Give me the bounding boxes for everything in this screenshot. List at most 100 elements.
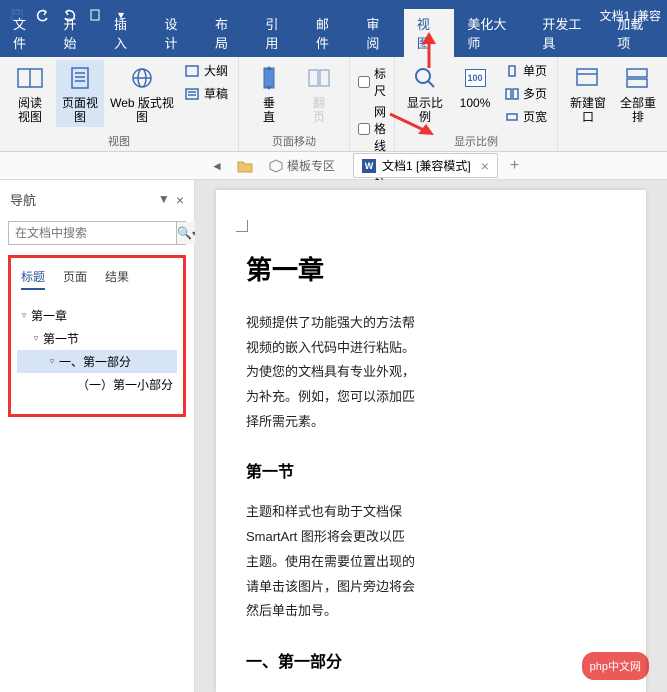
navigation-pane: 导航 ▼ × 🔍▾ 标题 页面 结果 ▿第一章 ▿第一节 ▿一、第一部分 （一）… <box>0 180 195 692</box>
tree-item-label: 第一节 <box>43 330 79 347</box>
page-corner-mark <box>236 220 248 232</box>
page-width-label: 页宽 <box>523 108 547 125</box>
ribbon-tabs: 文件 开始 插入 设计 布局 引用 邮件 审阅 视图 美化大师 开发工具 加载项 <box>0 30 667 57</box>
new-window-button[interactable]: 新建窗口 <box>564 60 612 127</box>
hundred-button[interactable]: 100 100% <box>451 60 499 112</box>
document-tab[interactable]: W 文档1 [兼容模式] × <box>353 153 498 178</box>
watermark: php中文网 <box>582 652 649 680</box>
tab-layout[interactable]: 布局 <box>202 9 252 57</box>
new-window-label: 新建窗口 <box>566 96 610 125</box>
outline-button[interactable]: 大纲 <box>180 60 232 81</box>
tree-item-label: 一、第一部分 <box>59 353 131 370</box>
vertical-icon <box>253 62 285 94</box>
tree-item-label: （一）第一小部分 <box>77 376 173 393</box>
tree-item-section1[interactable]: ▿第一节 <box>17 327 177 350</box>
doc-heading-2: 第一节 <box>246 458 646 482</box>
nav-search-input[interactable] <box>9 222 176 244</box>
read-view-icon <box>14 62 46 94</box>
multi-page-button[interactable]: 多页 <box>501 83 551 104</box>
zoom-icon <box>409 62 441 94</box>
tab-addins[interactable]: 加载项 <box>604 9 667 57</box>
annotation-highlight-box: 标题 页面 结果 ▿第一章 ▿第一节 ▿一、第一部分 （一）第一小部分 <box>8 255 186 417</box>
vertical-label: 垂 直 <box>263 96 275 125</box>
draft-label: 草稿 <box>204 85 228 102</box>
gridlines-checkbox[interactable]: 网格线 <box>356 102 388 155</box>
draft-button[interactable]: 草稿 <box>180 83 232 104</box>
group-views-label: 视图 <box>108 131 130 151</box>
tree-item-part1[interactable]: ▿一、第一部分 <box>17 350 177 373</box>
doc-heading-1: 第一章 <box>246 250 646 287</box>
page-view-label: 页面视图 <box>58 96 102 125</box>
zoom-label: 显示比例 <box>403 96 447 125</box>
arrange-all-icon <box>622 62 654 94</box>
hundred-label: 100% <box>460 96 491 110</box>
collapse-icon[interactable]: ▿ <box>19 310 29 321</box>
one-page-button[interactable]: 单页 <box>501 60 551 81</box>
tab-insert[interactable]: 插入 <box>101 9 151 57</box>
gridlines-label: 网格线 <box>374 103 386 154</box>
nav-header: 导航 ▼ × <box>8 186 186 213</box>
tree-item-label: 第一章 <box>31 307 67 324</box>
new-tab-button[interactable]: + <box>502 157 527 175</box>
back-button[interactable]: ◄ <box>205 155 229 177</box>
nav-close-button[interactable]: × <box>176 192 184 208</box>
page-view-button[interactable]: 页面视图 <box>56 60 104 127</box>
close-tab-button[interactable]: × <box>481 158 489 174</box>
tree-item-chapter1[interactable]: ▿第一章 <box>17 304 177 327</box>
hundred-icon: 100 <box>459 62 491 94</box>
group-window: 新建窗口 全部重排 <box>558 57 667 151</box>
nav-tab-headings[interactable]: 标题 <box>21 268 45 290</box>
read-view-button[interactable]: 阅读 视图 <box>6 60 54 127</box>
web-layout-label: Web 版式视图 <box>108 96 176 125</box>
arrange-all-button[interactable]: 全部重排 <box>614 60 662 127</box>
tab-review[interactable]: 审阅 <box>353 9 403 57</box>
web-layout-icon <box>126 62 158 94</box>
nav-tab-pages[interactable]: 页面 <box>63 268 87 290</box>
one-page-label: 单页 <box>523 62 547 79</box>
tab-mail[interactable]: 邮件 <box>303 9 353 57</box>
nav-tab-results[interactable]: 结果 <box>105 268 129 290</box>
tab-design[interactable]: 设计 <box>151 9 201 57</box>
zoom-button[interactable]: 显示比例 <box>401 60 449 127</box>
page-view-icon <box>64 62 96 94</box>
tab-file[interactable]: 文件 <box>0 9 50 57</box>
template-area-label: 模板专区 <box>287 157 335 174</box>
tab-devtools[interactable]: 开发工具 <box>529 9 604 57</box>
doc-paragraph: 主题和样式也有助于文档保 SmartArt 图形将会更改以匹 主题。使用在需要位… <box>246 500 646 623</box>
outline-label: 大纲 <box>204 62 228 79</box>
document-tab-label: 文档1 [兼容模式] <box>382 157 471 174</box>
vertical-button[interactable]: 垂 直 <box>245 60 293 127</box>
nav-title: 导航 <box>10 190 36 209</box>
tab-home[interactable]: 开始 <box>50 9 100 57</box>
multi-page-label: 多页 <box>523 85 547 102</box>
collapse-icon[interactable]: ▿ <box>31 333 41 344</box>
flip-icon <box>303 62 335 94</box>
nav-dropdown-button[interactable]: ▼ <box>158 192 170 208</box>
tab-view[interactable]: 视图 <box>404 9 454 57</box>
tab-references[interactable]: 引用 <box>252 9 302 57</box>
web-layout-button[interactable]: Web 版式视图 <box>106 60 178 127</box>
flip-button[interactable]: 翻 页 <box>295 60 343 127</box>
doc-paragraph: 视频提供了功能强大的方法帮 视频的嵌入代码中进行粘贴。 为使您的文档具有专业外观… <box>246 311 646 434</box>
document-bar: ◄ 模板专区 W 文档1 [兼容模式] × + <box>0 152 667 180</box>
folder-button[interactable] <box>233 155 257 177</box>
tree-item-subpart1[interactable]: （一）第一小部分 <box>17 373 177 396</box>
ruler-label: 标尺 <box>374 65 386 99</box>
group-zoom: 显示比例 100 100% 单页 多页 页宽 显示比例 <box>395 57 558 151</box>
nav-search[interactable]: 🔍▾ <box>8 221 186 245</box>
nav-tree: ▿第一章 ▿第一节 ▿一、第一部分 （一）第一小部分 <box>15 300 179 400</box>
collapse-icon[interactable]: ▿ <box>47 356 57 367</box>
ribbon: 阅读 视图 页面视图 Web 版式视图 大纲 草稿 视图 垂 直 <box>0 57 667 152</box>
ruler-checkbox[interactable]: 标尺 <box>356 64 388 100</box>
document-canvas[interactable]: 第一章 视频提供了功能强大的方法帮 视频的嵌入代码中进行粘贴。 为使您的文档具有… <box>195 180 667 692</box>
group-zoom-label: 显示比例 <box>454 131 498 151</box>
tab-beautify[interactable]: 美化大师 <box>454 9 529 57</box>
nav-search-button[interactable]: 🔍▾ <box>176 222 196 244</box>
template-area-button[interactable]: 模板专区 <box>261 155 343 177</box>
main-area: 导航 ▼ × 🔍▾ 标题 页面 结果 ▿第一章 ▿第一节 ▿一、第一部分 （一）… <box>0 180 667 692</box>
group-views: 阅读 视图 页面视图 Web 版式视图 大纲 草稿 视图 <box>0 57 239 151</box>
page[interactable]: 第一章 视频提供了功能强大的方法帮 视频的嵌入代码中进行粘贴。 为使您的文档具有… <box>216 190 646 692</box>
page-width-button[interactable]: 页宽 <box>501 106 551 127</box>
read-view-label: 阅读 视图 <box>18 96 42 125</box>
nav-tabs: 标题 页面 结果 <box>15 264 179 300</box>
